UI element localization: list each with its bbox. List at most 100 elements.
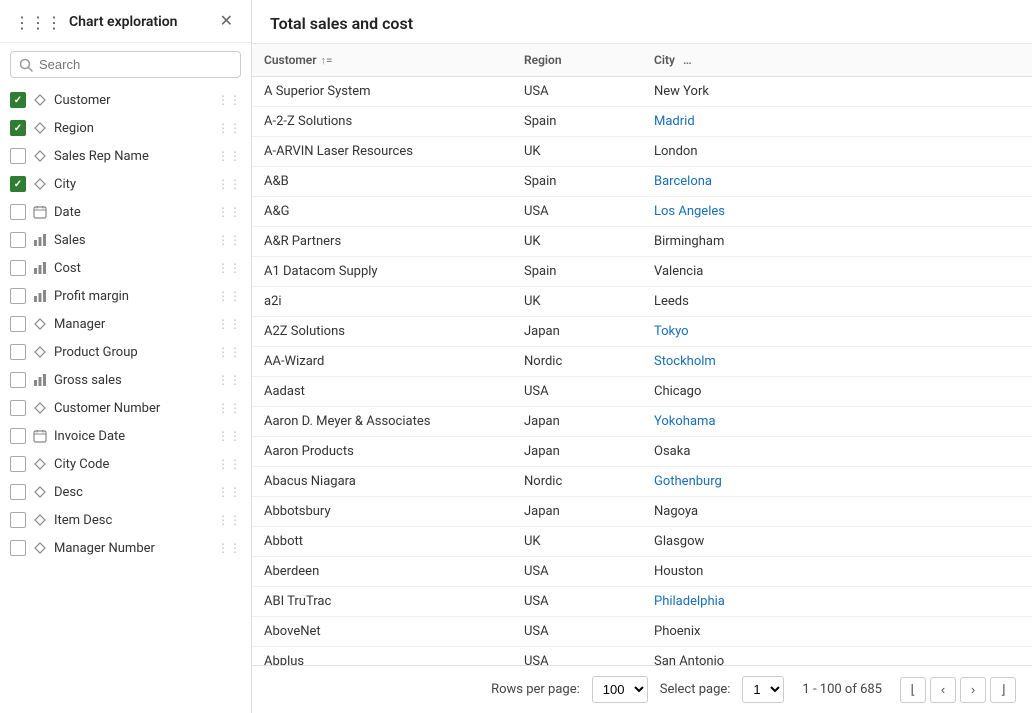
table-row: AbplusUSASan Antonio xyxy=(252,647,1032,666)
cell-city[interactable]: Yokohama xyxy=(642,407,1032,437)
data-table: Customer ↑= Region City … xyxy=(252,44,1032,665)
sidebar-item-invoice_date[interactable]: Invoice Date⋮⋮ xyxy=(0,422,251,450)
drag-handle-invoice_date[interactable]: ⋮⋮ xyxy=(217,429,241,443)
cell-region: USA xyxy=(512,617,642,647)
table-row: ABI TruTracUSAPhiladelphia xyxy=(252,587,1032,617)
field-icon-cost xyxy=(32,260,48,276)
sidebar-item-manager_number[interactable]: Manager Number⋮⋮ xyxy=(0,534,251,562)
cell-region: Japan xyxy=(512,407,642,437)
cell-region: USA xyxy=(512,587,642,617)
more-options-icon[interactable]: … xyxy=(683,53,692,67)
last-page-button[interactable]: ⌋ xyxy=(990,677,1016,703)
sidebar-item-date[interactable]: Date⋮⋮ xyxy=(0,198,251,226)
cell-city[interactable]: Barcelona xyxy=(642,167,1032,197)
cell-customer: A1 Datacom Supply xyxy=(252,257,512,287)
sidebar-item-item_desc[interactable]: Item Desc ⋮⋮ xyxy=(0,506,251,534)
checkbox-sales_rep_name[interactable] xyxy=(10,148,26,164)
prev-page-button[interactable]: ‹ xyxy=(930,677,956,703)
sidebar-item-customer_number[interactable]: Customer Number⋮⋮ xyxy=(0,394,251,422)
cell-customer: Abacus Niagara xyxy=(252,467,512,497)
close-button[interactable]: ✕ xyxy=(216,12,237,32)
column-header-city[interactable]: City … xyxy=(642,44,1032,77)
checkbox-item_desc[interactable] xyxy=(10,512,26,528)
sidebar-item-city[interactable]: City ⋮⋮ xyxy=(0,170,251,198)
cell-city[interactable]: Philadelphia xyxy=(642,587,1032,617)
drag-handle-desc[interactable]: ⋮⋮ xyxy=(217,485,241,499)
cell-city: San Antonio xyxy=(642,647,1032,666)
drag-handle-sales_rep_name[interactable]: ⋮⋮ xyxy=(217,149,241,163)
checkbox-city_code[interactable] xyxy=(10,456,26,472)
field-label-manager: Manager xyxy=(54,317,211,332)
checkbox-product_group[interactable] xyxy=(10,344,26,360)
field-label-gross_sales: Gross sales xyxy=(54,373,211,388)
sidebar-item-cost[interactable]: Cost⋮⋮ xyxy=(0,254,251,282)
cell-city[interactable]: Los Angeles xyxy=(642,197,1032,227)
next-page-button[interactable]: › xyxy=(960,677,986,703)
sidebar-item-profit_margin[interactable]: Profit margin⋮⋮ xyxy=(0,282,251,310)
sidebar-item-region[interactable]: Region⋮⋮ xyxy=(0,114,251,142)
drag-handle-cost[interactable]: ⋮⋮ xyxy=(217,261,241,275)
field-icon-city xyxy=(32,176,48,192)
sidebar-title-row: ⋮⋮⋮ Chart exploration xyxy=(14,13,178,32)
field-label-sales_rep_name: Sales Rep Name xyxy=(54,149,211,164)
checkbox-gross_sales[interactable] xyxy=(10,372,26,388)
checkbox-invoice_date[interactable] xyxy=(10,428,26,444)
select-page-select[interactable]: 1 xyxy=(742,676,784,703)
cell-customer: Aberdeen xyxy=(252,557,512,587)
checkbox-manager_number[interactable] xyxy=(10,540,26,556)
search-box xyxy=(10,51,241,78)
checkbox-cost[interactable] xyxy=(10,260,26,276)
checkbox-region[interactable] xyxy=(10,120,26,136)
checkbox-customer_number[interactable] xyxy=(10,400,26,416)
drag-handle-customer[interactable]: ⋮⋮ xyxy=(217,93,241,107)
sidebar-header: ⋮⋮⋮ Chart exploration ✕ xyxy=(0,0,251,43)
table-row: A&BSpainBarcelona xyxy=(252,167,1032,197)
sidebar-item-gross_sales[interactable]: Gross sales ⋮⋮ xyxy=(0,366,251,394)
field-label-item_desc: Item Desc xyxy=(54,513,211,528)
cell-city[interactable]: Gothenburg xyxy=(642,467,1032,497)
drag-handle-region[interactable]: ⋮⋮ xyxy=(217,121,241,135)
cell-customer: AA-Wizard xyxy=(252,347,512,377)
checkbox-desc[interactable] xyxy=(10,484,26,500)
drag-handle-manager[interactable]: ⋮⋮ xyxy=(217,317,241,331)
column-header-customer[interactable]: Customer ↑= xyxy=(252,44,512,77)
column-header-region[interactable]: Region xyxy=(512,44,642,77)
cell-city[interactable]: Stockholm xyxy=(642,347,1032,377)
drag-handle-profit_margin[interactable]: ⋮⋮ xyxy=(217,289,241,303)
checkbox-city[interactable] xyxy=(10,176,26,192)
sidebar-item-sales_rep_name[interactable]: Sales Rep Name ⋮⋮ xyxy=(0,142,251,170)
sidebar-item-city_code[interactable]: City Code⋮⋮ xyxy=(0,450,251,478)
drag-handle-city[interactable]: ⋮⋮ xyxy=(217,177,241,191)
drag-handle-date[interactable]: ⋮⋮ xyxy=(217,205,241,219)
checkbox-profit_margin[interactable] xyxy=(10,288,26,304)
cell-customer: A&R Partners xyxy=(252,227,512,257)
table-row: Abacus NiagaraNordicGothenburg xyxy=(252,467,1032,497)
sidebar-item-manager[interactable]: Manager ⋮⋮ xyxy=(0,310,251,338)
first-page-button[interactable]: ⌊ xyxy=(900,677,926,703)
field-label-city: City xyxy=(54,177,211,192)
checkbox-sales[interactable] xyxy=(10,232,26,248)
sidebar-item-sales[interactable]: Sales⋮⋮ xyxy=(0,226,251,254)
table-row: A Superior SystemUSANew York xyxy=(252,77,1032,107)
drag-handle-manager_number[interactable]: ⋮⋮ xyxy=(217,541,241,555)
drag-handle-sales[interactable]: ⋮⋮ xyxy=(217,233,241,247)
drag-handle-gross_sales[interactable]: ⋮⋮ xyxy=(217,373,241,387)
search-input[interactable] xyxy=(39,57,232,72)
sidebar-item-customer[interactable]: Customer⋮⋮ xyxy=(0,86,251,114)
checkbox-customer[interactable] xyxy=(10,92,26,108)
table-container[interactable]: Customer ↑= Region City … xyxy=(252,44,1032,665)
sidebar-item-product_group[interactable]: Product Group⋮⋮ xyxy=(0,338,251,366)
checkbox-manager[interactable] xyxy=(10,316,26,332)
main-title: Total sales and cost xyxy=(270,14,413,33)
drag-handle-customer_number[interactable]: ⋮⋮ xyxy=(217,401,241,415)
drag-handle-city_code[interactable]: ⋮⋮ xyxy=(217,457,241,471)
checkbox-date[interactable] xyxy=(10,204,26,220)
drag-handle-item_desc[interactable]: ⋮⋮ xyxy=(217,513,241,527)
rows-per-page-label: Rows per page: xyxy=(491,682,580,697)
drag-handle-product_group[interactable]: ⋮⋮ xyxy=(217,345,241,359)
rows-per-page-select[interactable]: 100 10 25 50 xyxy=(592,676,648,703)
cell-city[interactable]: Tokyo xyxy=(642,317,1032,347)
sidebar-item-desc[interactable]: Desc⋮⋮ xyxy=(0,478,251,506)
search-icon xyxy=(19,58,33,72)
cell-city[interactable]: Madrid xyxy=(642,107,1032,137)
